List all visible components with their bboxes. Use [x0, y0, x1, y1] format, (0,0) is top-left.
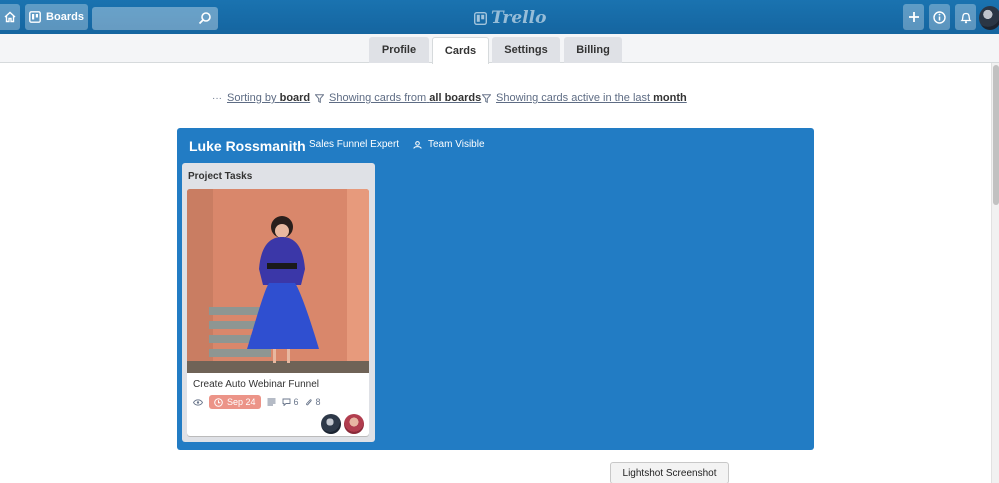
- sort-prefix: Sorting by: [227, 92, 277, 104]
- boards-label: Boards: [46, 11, 84, 23]
- active-prefix: Showing cards active in the last: [496, 92, 651, 104]
- notifications-button[interactable]: [955, 4, 976, 30]
- comments-count: 6: [293, 397, 299, 407]
- list-title: Project Tasks: [188, 171, 253, 182]
- page-scrollbar[interactable]: [991, 63, 999, 483]
- tab-settings[interactable]: Settings: [492, 37, 560, 63]
- show-from-value: all boards: [429, 92, 482, 104]
- eye-icon: [193, 398, 203, 406]
- member-avatar[interactable]: [321, 414, 341, 434]
- attachment-icon: [305, 398, 312, 405]
- show-from-prefix: Showing cards from: [329, 92, 427, 104]
- active-value: month: [653, 92, 687, 104]
- due-date-badge[interactable]: Sep 24: [209, 395, 261, 409]
- filter-icon: [315, 93, 324, 103]
- board-title[interactable]: Luke Rossmanith: [189, 138, 306, 154]
- board-visibility[interactable]: Team Visible: [413, 139, 485, 150]
- tab-profile[interactable]: Profile: [369, 37, 429, 63]
- logo-text: Trello: [491, 8, 547, 28]
- trello-logo[interactable]: Trello: [474, 8, 546, 28]
- tab-cards[interactable]: Cards: [432, 37, 489, 64]
- card-create-auto-webinar-funnel[interactable]: Create Auto Webinar Funnel Sep 24 6 8: [187, 189, 369, 436]
- app-header: Boards Trello: [0, 0, 999, 34]
- info-icon: [933, 10, 946, 24]
- sort-value: board: [279, 92, 311, 104]
- visibility-label: Team Visible: [428, 139, 485, 150]
- filter-icon: [482, 93, 491, 103]
- list-project-tasks: Project Tasks Create Auto Webinar Funnel…: [182, 163, 375, 442]
- search-icon[interactable]: [198, 11, 212, 25]
- plus-icon: [908, 12, 919, 22]
- ellipsis-icon: ···: [212, 92, 222, 104]
- boards-button[interactable]: Boards: [25, 4, 88, 30]
- bell-icon: [959, 12, 972, 23]
- profile-tabs: Profile Cards Settings Billing: [0, 34, 999, 64]
- show-from-filter[interactable]: Showing cards from all boards: [315, 92, 481, 104]
- card-cover-image: [187, 189, 369, 373]
- tab-billing[interactable]: Billing: [564, 37, 622, 63]
- home-icon: [4, 11, 16, 23]
- trello-logo-icon: [474, 11, 487, 25]
- comments-badge: 6: [282, 397, 299, 407]
- clock-icon: [214, 397, 223, 407]
- scrollbar-thumb[interactable]: [993, 65, 999, 205]
- add-button[interactable]: [903, 4, 924, 30]
- user-avatar[interactable]: [979, 6, 999, 30]
- attachments-count: 8: [315, 397, 321, 407]
- lightshot-screenshot-button[interactable]: Lightshot Screenshot: [610, 462, 729, 483]
- description-icon: [267, 398, 276, 406]
- card-title: Create Auto Webinar Funnel: [193, 379, 320, 390]
- board-panel: Luke Rossmanith Sales Funnel Expert Team…: [177, 128, 814, 450]
- card-badges: Sep 24 6 8: [193, 395, 321, 409]
- team-icon: [413, 140, 422, 149]
- member-avatar[interactable]: [344, 414, 364, 434]
- comment-icon: [282, 398, 290, 406]
- search-input[interactable]: [92, 7, 218, 30]
- info-button[interactable]: [929, 4, 950, 30]
- boards-icon: [29, 11, 41, 23]
- due-date-text: Sep 24: [227, 397, 256, 407]
- card-filters: ··· Sorting by board Showing cards from …: [0, 92, 999, 106]
- board-subtitle[interactable]: Sales Funnel Expert: [309, 139, 399, 150]
- sort-by-board-filter[interactable]: ··· Sorting by board: [212, 92, 310, 104]
- home-button[interactable]: [0, 4, 20, 30]
- active-period-filter[interactable]: Showing cards active in the last month: [482, 92, 687, 104]
- attachments-badge: 8: [305, 397, 321, 407]
